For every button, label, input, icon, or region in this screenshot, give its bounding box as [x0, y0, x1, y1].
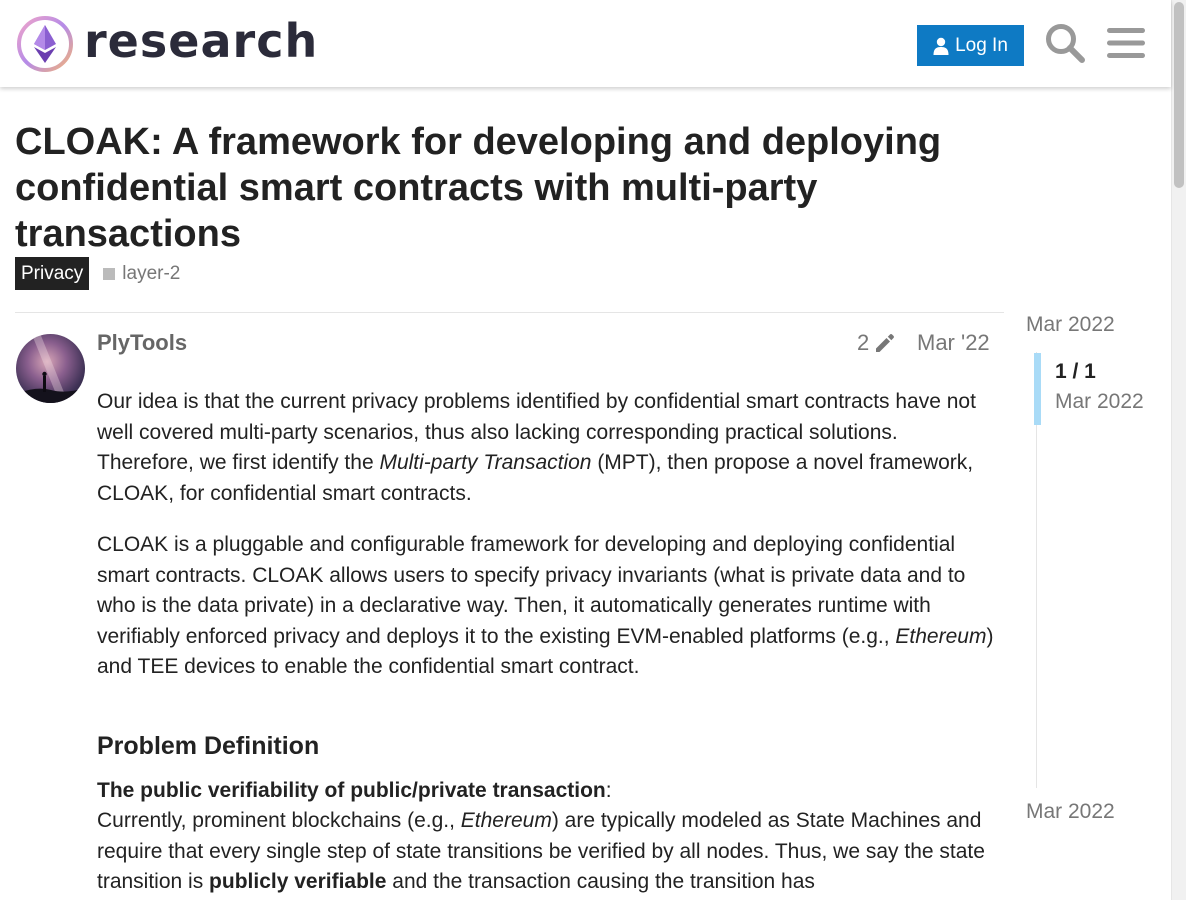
login-label: Log In [955, 34, 1008, 56]
timeline-position-date: Mar 2022 [1055, 390, 1144, 413]
login-button[interactable]: Log In [917, 25, 1024, 66]
site-header: research Log In [0, 0, 1171, 87]
timeline-scroller-handle[interactable] [1034, 353, 1041, 425]
edit-count: 2 [857, 330, 870, 355]
topic-tags: Privacy layer-2 [15, 257, 180, 290]
emphasis-text: Ethereum [895, 624, 987, 648]
scrollbar-thumb[interactable] [1174, 2, 1184, 188]
section-heading: Problem Definition [97, 731, 320, 760]
bold-text: publicly verifiable [209, 870, 387, 893]
bold-text: The public verifiability of public/priva… [97, 778, 606, 802]
timeline-end-date[interactable]: Mar 2022 [1026, 800, 1115, 824]
hamburger-menu-icon[interactable] [1107, 26, 1145, 60]
timeline-start-date[interactable]: Mar 2022 [1026, 313, 1115, 337]
text-run: : [605, 778, 612, 802]
category-badge-privacy[interactable]: Privacy [15, 257, 90, 290]
timeline-position: 1 / 1 [1055, 360, 1096, 383]
search-icon[interactable] [1044, 22, 1086, 64]
tag-square-icon [103, 267, 116, 280]
text-run: Currently, prominent blockchains (e.g., [97, 809, 461, 832]
text-run: CLOAK is a pluggable and configurable fr… [97, 533, 966, 648]
post-date[interactable]: Mar '22 [917, 330, 990, 356]
post-paragraph: Our idea is that the current privacy pro… [97, 387, 997, 509]
post-edit-history[interactable]: 2 [857, 330, 897, 356]
page-scrollbar[interactable] [1171, 0, 1186, 900]
post-username[interactable]: PlyTools [97, 330, 187, 356]
site-name[interactable]: research [84, 14, 318, 68]
ethereum-research-logo[interactable] [16, 15, 74, 73]
tag-label: layer-2 [122, 262, 181, 284]
pencil-icon [876, 334, 895, 352]
post-paragraph: CLOAK is a pluggable and configurable fr… [97, 530, 997, 683]
post-body: Our idea is that the current privacy pro… [97, 387, 997, 900]
emphasis-text: Multi-party Transaction [379, 451, 592, 474]
emphasis-text: Ethereum [460, 809, 552, 832]
topic-divider [15, 312, 1004, 313]
post-paragraph: The public verifiability of public/priva… [97, 776, 997, 898]
text-run: and the transaction causing the transiti… [386, 870, 815, 893]
avatar[interactable] [16, 334, 85, 403]
tag-layer-2[interactable]: layer-2 [103, 263, 180, 285]
topic-title[interactable]: CLOAK: A framework for developing and de… [15, 119, 975, 257]
user-icon [933, 37, 949, 55]
